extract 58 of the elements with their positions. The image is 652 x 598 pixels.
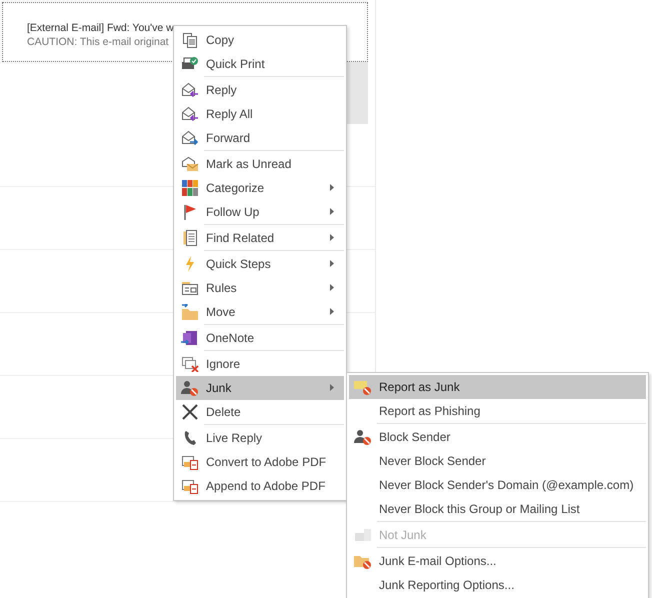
- menu-item[interactable]: Junk Reporting Options...: [349, 573, 646, 597]
- menu-item[interactable]: Block Sender: [349, 425, 646, 449]
- envelope-blocked-icon: [354, 379, 372, 395]
- printer-icon: [181, 56, 199, 72]
- menu-item[interactable]: Categorize: [176, 176, 344, 200]
- menu-item[interactable]: Move: [176, 300, 344, 324]
- color-grid-icon: [182, 180, 198, 196]
- envelope-document-icon: [181, 478, 199, 494]
- envelope-list-icon: [181, 280, 199, 296]
- menu-item[interactable]: Live Reply: [176, 426, 344, 450]
- menu-item[interactable]: Never Block Sender: [349, 449, 646, 473]
- document-icon: [182, 230, 198, 246]
- copy-icon: [182, 32, 198, 48]
- menu-item[interactable]: Never Block Sender's Domain (@example.com): [349, 473, 646, 497]
- menu-item[interactable]: Rules: [176, 276, 344, 300]
- folder-blocked-icon: [354, 553, 372, 569]
- envelope-document-icon: [181, 454, 199, 470]
- menu-item[interactable]: Quick Steps: [176, 252, 344, 276]
- submenu-arrow-icon: [330, 308, 334, 315]
- menu-item[interactable]: Ignore: [176, 352, 344, 376]
- message-subject: [External E-mail] Fwd: You've w: [27, 22, 174, 34]
- delete-icon: [182, 404, 198, 420]
- menu-item[interactable]: Follow Up: [176, 200, 344, 224]
- envelope-cross-icon: [181, 356, 199, 372]
- submenu-arrow-icon: [330, 284, 334, 291]
- submenu-arrow-icon: [330, 234, 334, 241]
- menu-item[interactable]: Delete: [176, 400, 344, 424]
- envelope-arrow-icon: [181, 106, 199, 122]
- menu-item[interactable]: Report as Phishing: [349, 399, 646, 423]
- menu-item[interactable]: Junk E-mail Options...: [349, 549, 646, 573]
- person-blocked-icon: [181, 380, 199, 396]
- submenu-arrow-icon: [330, 184, 334, 191]
- menu-item[interactable]: OneNote: [176, 326, 344, 350]
- menu-item[interactable]: Find Related: [176, 226, 344, 250]
- menu-item[interactable]: Reply: [176, 78, 344, 102]
- message-preview: CAUTION: This e-mail originat: [27, 36, 169, 48]
- menu-item[interactable]: Junk: [176, 376, 344, 400]
- person-blocked-icon: [354, 429, 372, 445]
- menu-item[interactable]: Convert to Adobe PDF: [176, 450, 344, 474]
- submenu-arrow-icon: [330, 208, 334, 215]
- submenu-arrow-icon: [330, 384, 334, 391]
- envelope-arrow-icon: [181, 130, 199, 146]
- menu-item[interactable]: Quick Print: [176, 52, 344, 76]
- folder-arrow-icon: [181, 304, 199, 320]
- menu-item[interactable]: Reply All: [176, 102, 344, 126]
- menu-item[interactable]: Copy: [176, 28, 344, 52]
- flag-icon: [183, 204, 197, 220]
- menu-item[interactable]: Never Block this Group or Mailing List: [349, 497, 646, 521]
- phone-icon: [183, 430, 197, 446]
- menu-item[interactable]: Forward: [176, 126, 344, 150]
- menu-item[interactable]: Report as Junk: [349, 375, 646, 399]
- list-row-highlight: [346, 62, 368, 124]
- notebook-icon: [181, 330, 199, 346]
- menu-item[interactable]: Append to Adobe PDF: [176, 474, 344, 498]
- menu-item[interactable]: Mark as Unread: [176, 152, 344, 176]
- envelope-arrow-icon: [181, 82, 199, 98]
- lightning-icon: [184, 256, 196, 272]
- submenu-arrow-icon: [330, 260, 334, 267]
